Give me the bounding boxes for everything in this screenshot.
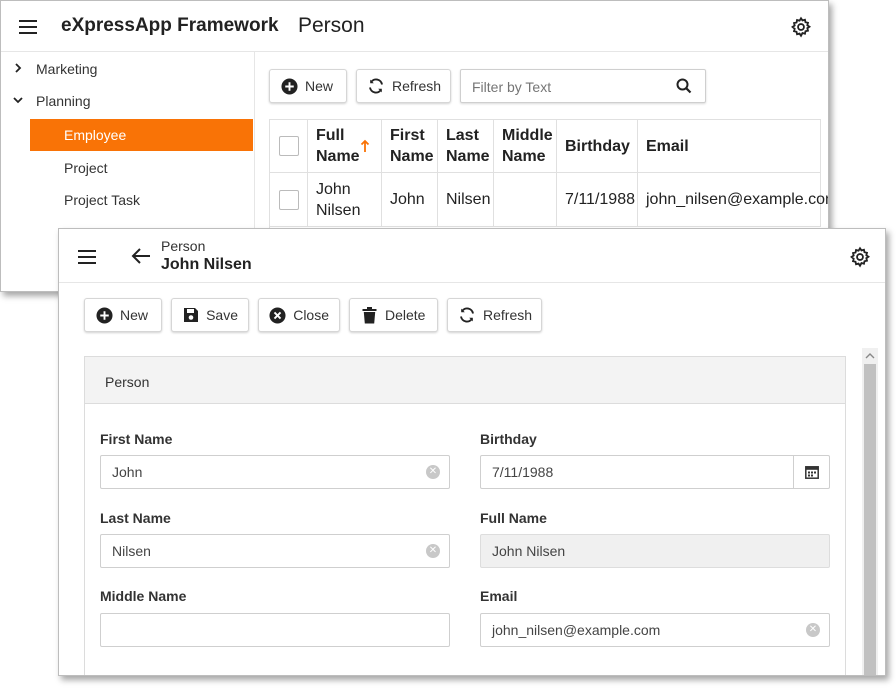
last-name-field[interactable]: Nilsen ✕ [100, 534, 450, 568]
column-header-label: Email [646, 137, 689, 155]
nav-item-project[interactable]: Project [64, 160, 108, 176]
column-header-label: First Name [390, 127, 434, 165]
first-name-label: First Name [100, 431, 173, 447]
menu-icon[interactable] [78, 250, 96, 264]
trash-icon [360, 306, 378, 324]
first-name-value: John [112, 464, 143, 480]
search-input[interactable] [461, 70, 674, 104]
delete-button-label: Delete [385, 307, 426, 323]
select-all-cell [270, 120, 308, 173]
detail-view-window: Person John Nilsen New Save Close Delete… [58, 228, 886, 676]
menu-icon[interactable] [19, 20, 37, 34]
nav-item-label: Planning [36, 93, 91, 109]
column-header-birthday[interactable]: Birthday [557, 120, 638, 173]
column-header-label: Birthday [565, 137, 630, 155]
chevron-right-icon [15, 63, 22, 73]
cell-last-name: Nilsen [438, 173, 494, 227]
scroll-up-icon[interactable] [865, 352, 875, 360]
row-select-cell [270, 173, 308, 227]
app-title: eXpressApp Framework [61, 15, 279, 36]
new-button-label: New [305, 78, 334, 94]
nav-item-project-task[interactable]: Project Task [64, 192, 140, 208]
close-button-label: Close [293, 307, 329, 323]
new-button-label: New [120, 307, 149, 323]
clear-icon[interactable]: ✕ [806, 623, 820, 637]
new-button[interactable]: New [269, 69, 347, 103]
back-arrow-icon[interactable] [131, 247, 151, 265]
clear-icon[interactable]: ✕ [426, 544, 440, 558]
chevron-down-icon [13, 97, 23, 104]
refresh-button[interactable]: Refresh [447, 298, 542, 332]
close-circle-icon [269, 306, 286, 324]
plus-circle-icon [280, 77, 298, 95]
nav-item-label: Employee [64, 127, 127, 143]
column-header-label: Last Name [446, 127, 490, 165]
cell-middle-name [494, 173, 557, 227]
column-header-email[interactable]: Email [638, 120, 821, 173]
close-button[interactable]: Close [258, 298, 340, 332]
header-divider [1, 51, 828, 52]
save-icon [182, 306, 199, 324]
page-title: Person [298, 14, 365, 37]
full-name-value: John Nilsen [492, 543, 566, 559]
first-name-field[interactable]: John ✕ [100, 455, 450, 489]
email-field[interactable]: john_nilsen@example.com ✕ [480, 613, 830, 647]
nav-item-employee[interactable]: Employee [30, 119, 253, 151]
new-button[interactable]: New [84, 298, 162, 332]
group-title: Person [105, 374, 150, 390]
save-button[interactable]: Save [171, 298, 249, 332]
save-button-label: Save [206, 307, 238, 323]
header-divider [59, 282, 885, 283]
scrollbar-thumb[interactable] [864, 364, 876, 675]
plus-circle-icon [95, 306, 113, 324]
gear-icon[interactable] [849, 246, 871, 268]
refresh-button-label: Refresh [483, 307, 533, 323]
birthday-value: 7/11/1988 [492, 464, 554, 480]
middle-name-field[interactable] [100, 613, 450, 647]
cell-full-name: John Nilsen [308, 173, 382, 227]
cell-text: John Nilsen [316, 180, 361, 219]
cell-email: john_nilsen@example.com [638, 173, 828, 227]
gear-icon[interactable] [790, 16, 812, 38]
full-name-label: Full Name [480, 510, 547, 526]
detail-title: John Nilsen [161, 256, 252, 273]
date-picker-button[interactable] [793, 456, 829, 488]
column-header-last-name[interactable]: Last Name [438, 120, 494, 173]
refresh-icon [367, 77, 385, 95]
refresh-button-label: Refresh [392, 78, 442, 94]
refresh-icon [458, 306, 476, 324]
row-checkbox[interactable] [279, 189, 299, 210]
last-name-label: Last Name [100, 510, 171, 526]
column-header-label: Middle Name [502, 127, 553, 165]
breadcrumb: Person [161, 238, 206, 254]
clear-icon[interactable]: ✕ [426, 465, 440, 479]
search-icon[interactable] [676, 78, 692, 94]
full-name-field: John Nilsen [480, 534, 830, 568]
refresh-button[interactable]: Refresh [356, 69, 451, 103]
vertical-scrollbar[interactable] [862, 348, 878, 675]
column-header-middle-name[interactable]: Middle Name [494, 120, 557, 173]
sort-up-icon [360, 139, 370, 152]
calendar-icon [805, 466, 819, 479]
email-value: john_nilsen@example.com [492, 622, 661, 638]
column-header-label: Full Name [316, 127, 360, 165]
birthday-field[interactable]: 7/11/1988 [480, 455, 830, 489]
middle-name-label: Middle Name [100, 588, 187, 604]
group-header: Person [85, 357, 845, 404]
nav-item-label: Marketing [36, 61, 98, 77]
last-name-value: Nilsen [112, 543, 151, 559]
cell-first-name: John [382, 173, 438, 227]
column-header-first-name[interactable]: First Name [382, 120, 438, 173]
delete-button[interactable]: Delete [349, 298, 438, 332]
birthday-label: Birthday [480, 431, 537, 447]
email-label: Email [480, 588, 518, 604]
column-header-full-name[interactable]: Full Name [308, 120, 382, 173]
select-all-checkbox[interactable] [279, 136, 299, 156]
cell-birthday: 7/11/1988 [557, 173, 638, 227]
search-box[interactable] [460, 69, 706, 104]
